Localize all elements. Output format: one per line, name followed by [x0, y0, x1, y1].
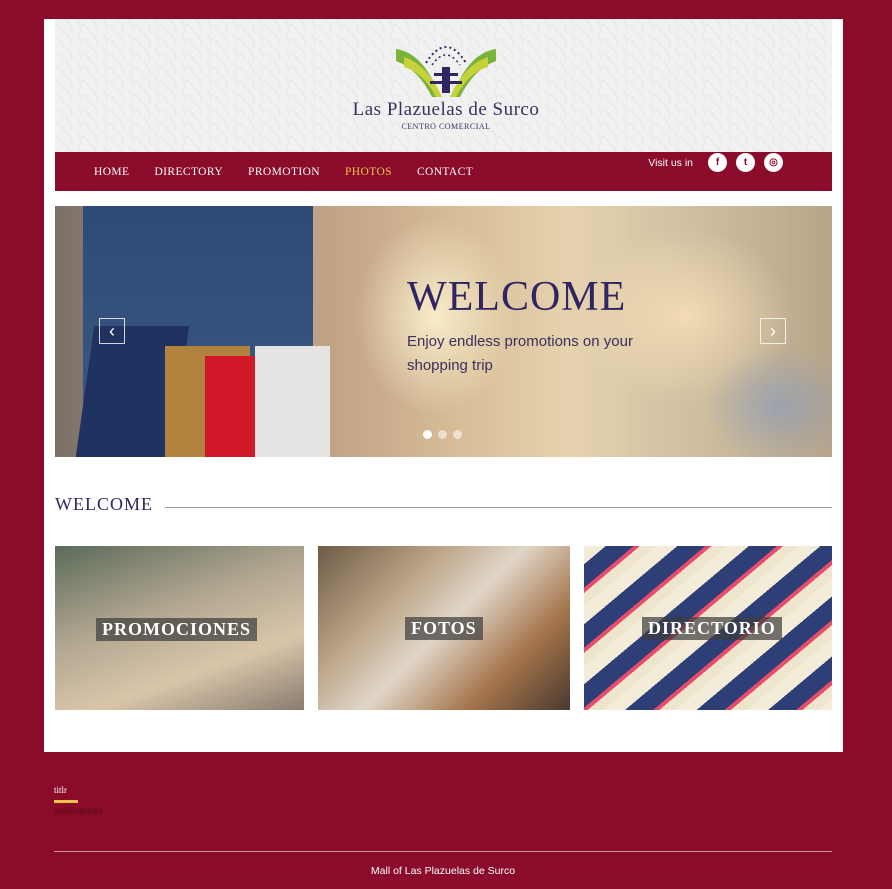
slider-dots: [423, 430, 468, 439]
slider-dot[interactable]: [423, 430, 432, 439]
section-divider: [165, 507, 832, 508]
header-banner: Las Plazuelas de Surco CENTRO COMERCIAL: [55, 19, 832, 152]
section-title: WELCOME: [55, 494, 161, 515]
footer-copyright: Mall of Las Plazuelas de Surco: [370, 865, 516, 877]
nav-item-contact[interactable]: CONTACT: [417, 166, 473, 178]
brand-name: Las Plazuelas de Surco: [352, 99, 540, 120]
brand-subtitle: CENTRO COMERCIAL: [401, 122, 491, 131]
footer-title: titlr: [54, 785, 67, 795]
nav-item-promotion[interactable]: PROMOTION: [248, 166, 320, 178]
footer-title-underline: [54, 800, 78, 803]
nav-menu: HOME DIRECTORY PROMOTION PHOTOS CONTACT: [55, 152, 498, 191]
tile-label: FOTOS: [405, 617, 483, 640]
slider-next-button[interactable]: ›: [760, 318, 786, 344]
twitter-icon[interactable]: t: [736, 153, 755, 172]
slider-dot[interactable]: [453, 430, 462, 439]
nav-item-home[interactable]: HOME: [94, 166, 129, 178]
section-header: WELCOME: [55, 494, 832, 515]
tile-directorio[interactable]: DIRECTORIO: [584, 546, 832, 710]
slider-bg-light: [705, 346, 832, 457]
footer-text: sdfdsafdsfd: [54, 806, 103, 817]
tile-promociones[interactable]: PROMOCIONES: [55, 546, 304, 710]
main-navbar: HOME DIRECTORY PROMOTION PHOTOS CONTACT …: [55, 152, 832, 191]
page-card: Las Plazuelas de Surco CENTRO COMERCIAL …: [44, 19, 843, 752]
slider-photo-bag: [255, 346, 330, 457]
slider-dot[interactable]: [438, 430, 447, 439]
social-label: Visit us in: [648, 156, 693, 169]
logo-emblem-icon: [396, 46, 496, 97]
slider-prev-button[interactable]: ‹: [99, 318, 125, 344]
slide-caption: Enjoy endless promotions on your shoppin…: [407, 333, 633, 374]
footer-widget: titlr sdfdsafdsfd: [54, 785, 832, 817]
footer-divider: [54, 851, 832, 852]
nav-item-directory[interactable]: DIRECTORY: [154, 166, 223, 178]
nav-item-photos[interactable]: PHOTOS: [345, 166, 392, 178]
social-links: Visit us in f t ◎: [648, 153, 783, 172]
facebook-icon[interactable]: f: [708, 153, 727, 172]
instagram-icon[interactable]: ◎: [764, 153, 783, 172]
tile-fotos[interactable]: FOTOS: [318, 546, 570, 710]
slide-title: WELCOME: [407, 274, 627, 320]
hero-slider[interactable]: WELCOME Enjoy endless promotions on your…: [55, 206, 832, 457]
tile-label: DIRECTORIO: [642, 617, 782, 640]
mall-logo[interactable]: Las Plazuelas de Surco CENTRO COMERCIAL: [341, 39, 551, 134]
tile-label: PROMOCIONES: [96, 618, 258, 641]
